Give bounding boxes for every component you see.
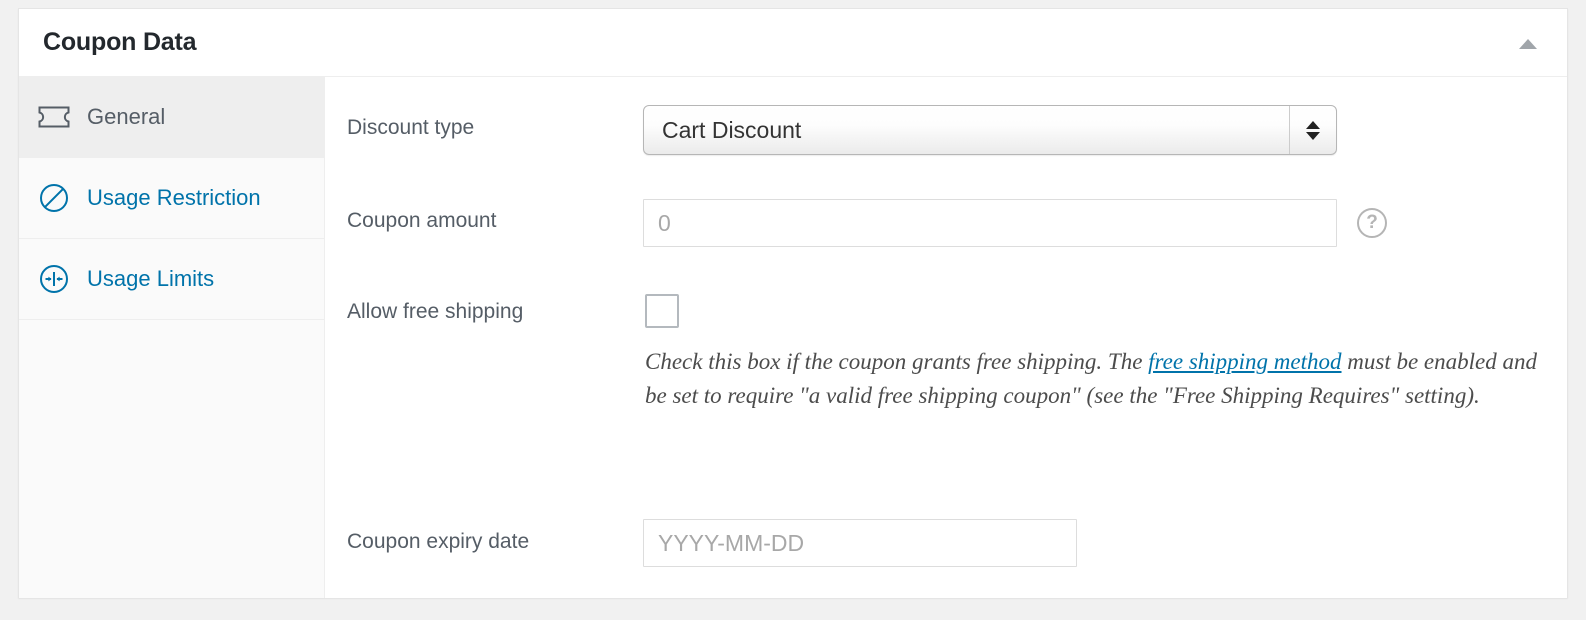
coupon-data-metabox: Coupon Data General Usage Restriction Us… bbox=[18, 8, 1568, 598]
free-shipping-description: Check this box if the coupon grants free… bbox=[645, 345, 1545, 413]
sidebar-item-label: Usage Restriction bbox=[87, 185, 261, 210]
triangle-up-icon bbox=[1519, 39, 1537, 49]
toggle-panel-button[interactable] bbox=[1511, 27, 1545, 61]
ticket-icon bbox=[37, 100, 71, 134]
no-entry-icon bbox=[37, 181, 71, 215]
chevron-updown-icon bbox=[1289, 106, 1336, 154]
description-text-before: Check this box if the coupon grants free… bbox=[645, 349, 1149, 374]
general-panel: Discount type Cart Discount Coupon amoun… bbox=[325, 77, 1567, 598]
coupon-amount-label: Coupon amount bbox=[347, 209, 497, 232]
page-title: Coupon Data bbox=[43, 28, 197, 56]
discount-type-label: Discount type bbox=[347, 116, 475, 139]
coupon-amount-input[interactable] bbox=[643, 199, 1337, 247]
allow-free-shipping-label: Allow free shipping bbox=[347, 300, 524, 323]
sidebar-item-usage-limits[interactable]: Usage Limits bbox=[19, 239, 324, 320]
limit-arrows-icon bbox=[37, 262, 71, 296]
metabox-body: General Usage Restriction Usage Limits D… bbox=[19, 77, 1567, 598]
metabox-header: Coupon Data bbox=[19, 9, 1567, 77]
discount-type-value: Cart Discount bbox=[662, 116, 802, 143]
allow-free-shipping-checkbox[interactable] bbox=[645, 294, 679, 328]
coupon-expiry-date-label: Coupon expiry date bbox=[347, 530, 530, 553]
sidebar-item-usage-restriction[interactable]: Usage Restriction bbox=[19, 158, 324, 239]
discount-type-select[interactable]: Cart Discount bbox=[643, 105, 1337, 155]
coupon-expiry-date-input[interactable] bbox=[643, 519, 1077, 567]
coupon-tabs-sidebar: General Usage Restriction Usage Limits bbox=[19, 77, 325, 598]
question-mark-icon[interactable]: ? bbox=[1357, 208, 1387, 238]
sidebar-item-label: Usage Limits bbox=[87, 266, 215, 291]
sidebar-item-label: General bbox=[87, 104, 166, 129]
sidebar-item-general[interactable]: General bbox=[19, 77, 324, 158]
free-shipping-method-link[interactable]: free shipping method bbox=[1148, 349, 1341, 374]
